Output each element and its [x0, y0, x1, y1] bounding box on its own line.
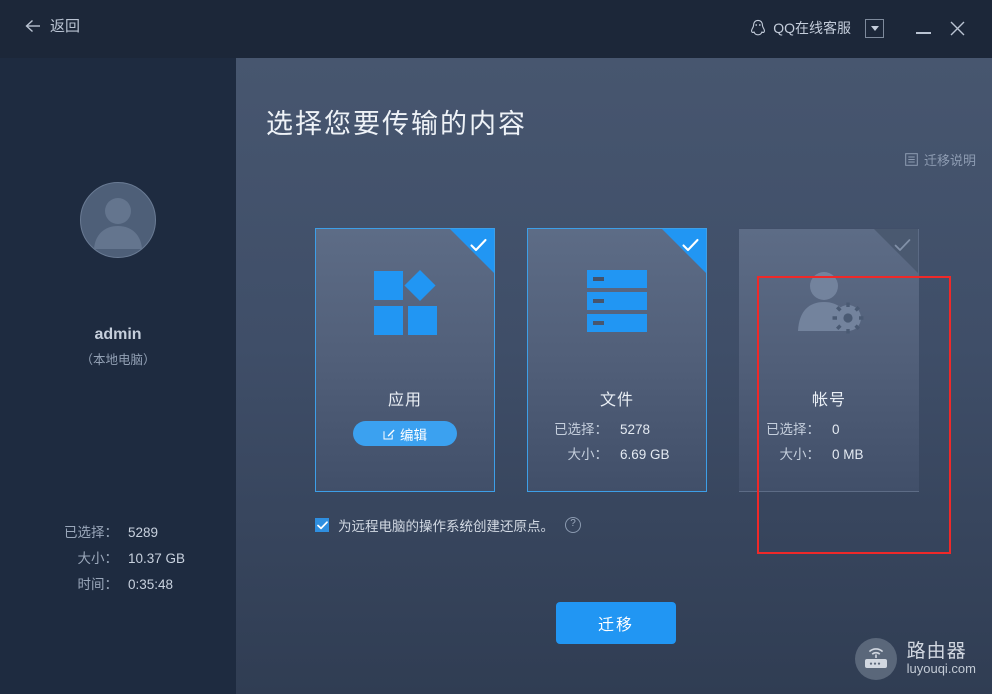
card-stat-label: 已选择：	[554, 422, 608, 437]
close-icon	[950, 21, 964, 35]
qq-online-service-button[interactable]: QQ在线客服	[750, 18, 851, 38]
main-panel: 选择您要传输的内容 迁移说明 应用 编辑 文件 已选择： 5278 大小： 6.…	[236, 58, 992, 694]
card-stat-value: 0 MB	[832, 447, 864, 462]
card-stat-value: 0	[832, 422, 840, 437]
card-files-title: 文件	[599, 392, 634, 409]
migration-instructions-link[interactable]: 迁移说明	[905, 150, 976, 169]
card-stat-label: 大小：	[567, 447, 609, 462]
watermark-text: 路由器 luyouqi.com	[907, 642, 976, 676]
apps-tiles-icon	[374, 269, 437, 335]
card-accounts[interactable]: 帐号 已选择： 0 大小： 0 MB	[739, 228, 919, 492]
card-accounts-icon-wrap	[740, 269, 918, 335]
sidebar-summary: 已选择： 5289 大小： 10.37 GB 时间： 0:35:48	[0, 520, 236, 598]
pencil-square-icon	[383, 429, 395, 439]
back-button[interactable]: 返回	[24, 15, 80, 36]
minimize-icon	[915, 32, 931, 34]
card-files-stats: 已选择： 5278 大小： 6.69 GB	[528, 417, 706, 467]
watermark: 路由器 luyouqi.com	[854, 638, 976, 680]
summary-value: 10.37 GB	[128, 551, 186, 566]
restore-point-label: 为远程电脑的操作系统创建还原点。	[338, 519, 554, 534]
check-icon	[470, 238, 487, 252]
sidebar-user-description: （本地电脑）	[80, 353, 156, 367]
summary-value: 0:35:48	[128, 577, 174, 592]
watermark-brand-cn: 路由器	[906, 641, 967, 663]
card-stat-label: 已选择：	[766, 422, 820, 437]
arrow-left-icon	[25, 19, 40, 32]
summary-row-selected: 已选择： 5289	[0, 520, 236, 546]
card-apps[interactable]: 应用 编辑	[315, 228, 495, 492]
card-files[interactable]: 文件 已选择： 5278 大小： 6.69 GB	[527, 228, 707, 492]
watermark-brand-en: luyouqi.com	[906, 661, 976, 677]
card-apps-title: 应用	[387, 392, 422, 409]
transfer-category-cards: 应用 编辑 文件 已选择： 5278 大小： 6.69 GB 帐号 已选择： 0…	[315, 228, 919, 492]
card-stat-row-size: 大小： 6.69 GB	[528, 442, 706, 467]
router-icon	[854, 638, 897, 680]
check-icon	[317, 521, 328, 530]
chevron-down-icon	[870, 25, 879, 31]
sidebar-username: admin	[94, 326, 142, 343]
card-apps-icon-wrap	[316, 269, 494, 337]
avatar	[80, 182, 156, 258]
page-title: 选择您要传输的内容	[266, 109, 527, 139]
titlebar-controls: QQ在线客服	[750, 11, 974, 45]
card-stat-row-selected: 已选择： 0	[740, 417, 918, 442]
card-stat-value: 6.69 GB	[620, 447, 670, 462]
app-window: 返回 QQ在线客服 admin （本地电脑） 已选择： 5289 大小： 10.…	[0, 0, 992, 694]
edit-apps-label: 编辑	[400, 427, 427, 443]
summary-label: 已选择：	[64, 525, 118, 540]
user-avatar-icon	[94, 198, 142, 249]
summary-label: 时间：	[77, 577, 119, 592]
server-stack-icon	[587, 270, 647, 332]
qq-service-label: QQ在线客服	[773, 20, 851, 36]
router-glyph	[864, 648, 887, 668]
card-files-icon-wrap	[528, 269, 706, 333]
restore-point-checkbox[interactable]	[315, 518, 329, 532]
check-icon	[894, 239, 911, 251]
migration-instructions-label: 迁移说明	[923, 153, 976, 168]
titlebar-dropdown-button[interactable]	[865, 18, 884, 38]
title-bar: 返回 QQ在线客服	[0, 0, 992, 58]
card-stat-label: 大小：	[779, 447, 821, 462]
restore-point-row: 为远程电脑的操作系统创建还原点。 ?	[315, 515, 581, 535]
card-accounts-title: 帐号	[811, 392, 846, 409]
minimize-button[interactable]	[906, 11, 940, 45]
question-mark-icon[interactable]: ?	[565, 517, 581, 533]
document-list-icon	[905, 153, 918, 166]
sidebar: admin （本地电脑） 已选择： 5289 大小： 10.37 GB 时间： …	[0, 58, 236, 694]
edit-apps-button[interactable]: 编辑	[353, 421, 457, 446]
qq-penguin-icon	[751, 19, 766, 36]
card-stat-row-size: 大小： 0 MB	[740, 442, 918, 467]
card-stat-value: 5278	[620, 422, 651, 437]
check-icon	[682, 238, 699, 252]
migrate-button[interactable]: 迁移	[556, 602, 676, 644]
card-stat-row-selected: 已选择： 5278	[528, 417, 706, 442]
summary-value: 5289	[128, 525, 159, 540]
summary-row-time: 时间： 0:35:48	[0, 572, 236, 598]
summary-row-size: 大小： 10.37 GB	[0, 546, 236, 572]
back-button-label: 返回	[50, 18, 81, 35]
user-gear-icon	[798, 272, 864, 334]
card-accounts-stats: 已选择： 0 大小： 0 MB	[740, 417, 918, 467]
summary-label: 大小：	[77, 551, 119, 566]
close-button[interactable]	[940, 11, 974, 45]
